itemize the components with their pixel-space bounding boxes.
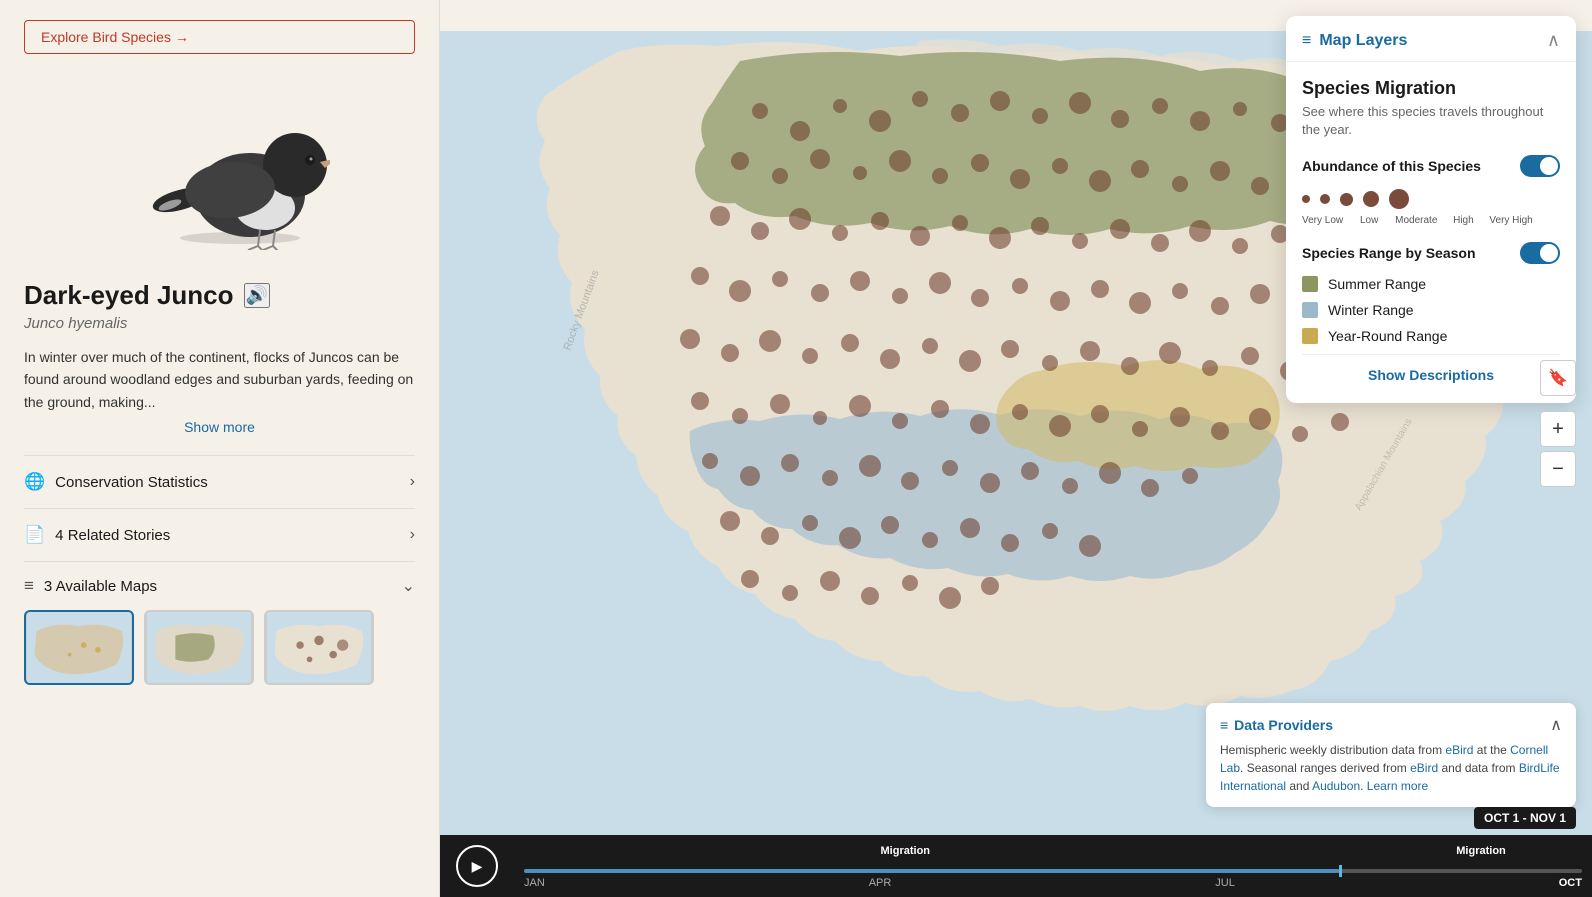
label-very-low: Very Low [1302,215,1343,226]
range-toggle-row: Species Range by Season [1302,242,1560,264]
chevron-right-icon-2: › [410,526,415,544]
abundance-toggle-row: Abundance of this Species [1302,155,1560,177]
abundance-labels-row: Very Low Low Moderate High Very High [1302,215,1560,226]
range-toggle[interactable] [1520,242,1560,264]
map-layers-title: ≡ Map Layers [1302,32,1407,50]
layer-section-title: Species Migration [1302,78,1560,99]
layers-stack-icon: ≡ [1302,32,1311,50]
map-layers-body: Species Migration See where this species… [1286,62,1576,403]
sound-button[interactable]: 🔊 [244,283,270,308]
map-thumb-2[interactable] [144,610,254,685]
document-icon: 📄 [24,525,45,545]
dot-moderate [1340,193,1353,206]
bird-description: In winter over much of the continent, fl… [24,346,415,413]
data-providers-collapse-button[interactable]: ∧ [1550,715,1562,735]
label-low: Low [1353,215,1385,226]
label-very-high: Very High [1489,215,1532,226]
timeline-months: JAN APR JUL OCT [514,873,1592,889]
data-providers-header: ≡ Data Providers ∧ [1220,715,1562,735]
year-round-range-swatch [1302,328,1318,344]
conservation-icon: 🌐 [24,472,45,492]
layer-section-desc: See where this species travels throughou… [1302,103,1560,139]
conservation-label: Conservation Statistics [55,474,208,491]
cornell-lab-link[interactable]: Cornell Lab [1220,743,1548,775]
ebird-link-2[interactable]: eBird [1410,761,1438,775]
month-jul: JUL [1215,877,1235,889]
explore-bird-species-button[interactable]: Explore Bird Species → [24,20,415,54]
zoom-controls: + − [1540,411,1576,487]
map-layers-close-button[interactable]: ∧ [1547,30,1560,51]
dot-very-high [1389,189,1409,209]
year-round-range-label: Year-Round Range [1328,328,1447,344]
timeline-bar: ▶ Migration Migration JAN APR JUL OCT [440,835,1592,897]
summer-range-swatch [1302,276,1318,292]
abundance-label: Abundance of this Species [1302,158,1481,174]
dot-very-low [1302,195,1310,203]
data-providers-icon: ≡ [1220,717,1228,733]
zoom-in-button[interactable]: + [1540,411,1576,447]
learn-more-link[interactable]: Learn more [1367,779,1428,793]
bookmark-icon: 🔖 [1548,368,1568,388]
winter-range-label: Winter Range [1328,302,1414,318]
related-stories-row[interactable]: 📄 4 Related Stories › [24,508,415,561]
play-button[interactable]: ▶ [456,845,498,887]
label-high: High [1447,215,1479,226]
timeline-track[interactable]: Migration Migration JAN APR JUL OCT [514,835,1592,897]
summer-range-label: Summer Range [1328,276,1426,292]
available-maps-section: ≡ 3 Available Maps ⌄ [24,561,415,685]
timeline-progress [524,869,1339,873]
map-layers-panel: ≡ Map Layers ∧ Species Migration See whe… [1286,16,1576,403]
map-layers-header: ≡ Map Layers ∧ [1286,16,1576,62]
bird-name-row: Dark-eyed Junco 🔊 [24,280,415,311]
month-oct: OCT [1559,877,1582,889]
migration-label-1: Migration [881,845,931,857]
bookmark-button[interactable]: 🔖 [1540,360,1576,396]
available-maps-label: 3 Available Maps [44,578,157,595]
label-moderate: Moderate [1395,215,1437,226]
timeline-line[interactable] [524,869,1582,873]
dot-low [1320,194,1330,204]
left-panel: Explore Bird Species → [0,0,440,897]
layers-icon: ≡ [24,576,34,596]
date-badge: OCT 1 - NOV 1 [1474,807,1576,829]
dot-high [1363,191,1379,207]
timeline-cursor [1339,865,1342,877]
migration-label-2: Migration [1456,845,1506,857]
month-apr: APR [869,877,892,889]
audubon-link[interactable]: Audubon [1312,779,1360,793]
map-thumbnails [24,610,415,685]
data-providers-panel: ≡ Data Providers ∧ Hemispheric weekly di… [1206,703,1576,807]
range-legend: Summer Range Winter Range Year-Round Ran… [1302,276,1560,344]
data-providers-title: ≡ Data Providers [1220,717,1333,733]
show-descriptions-button[interactable]: Show Descriptions [1302,354,1560,387]
chevron-right-icon: › [410,473,415,491]
conservation-statistics-row[interactable]: 🌐 Conservation Statistics › [24,455,415,508]
play-icon: ▶ [472,858,483,875]
bird-common-name: Dark-eyed Junco [24,280,234,311]
winter-range-swatch [1302,302,1318,318]
month-jan: JAN [524,877,545,889]
abundance-dots [1302,189,1560,209]
data-providers-text: Hemispheric weekly distribution data fro… [1220,741,1562,795]
ebird-link-1[interactable]: eBird [1445,743,1473,757]
map-thumb-3[interactable] [264,610,374,685]
map-thumb-1[interactable] [24,610,134,685]
bird-image [24,80,415,260]
bird-illustration [110,90,330,250]
summer-range-item: Summer Range [1302,276,1560,292]
zoom-out-button[interactable]: − [1540,451,1576,487]
abundance-toggle[interactable] [1520,155,1560,177]
winter-range-item: Winter Range [1302,302,1560,318]
available-maps-header[interactable]: ≡ 3 Available Maps ⌄ [24,576,415,596]
chevron-down-icon: ⌄ [402,576,415,596]
bird-scientific-name: Junco hyemalis [24,315,415,332]
related-stories-label: 4 Related Stories [55,527,170,544]
range-label: Species Range by Season [1302,245,1476,261]
year-round-range-item: Year-Round Range [1302,328,1560,344]
show-more-button[interactable]: Show more [24,419,415,435]
map-area[interactable]: Rocky Mountains Appalachian Mountains ≡ … [440,0,1592,897]
